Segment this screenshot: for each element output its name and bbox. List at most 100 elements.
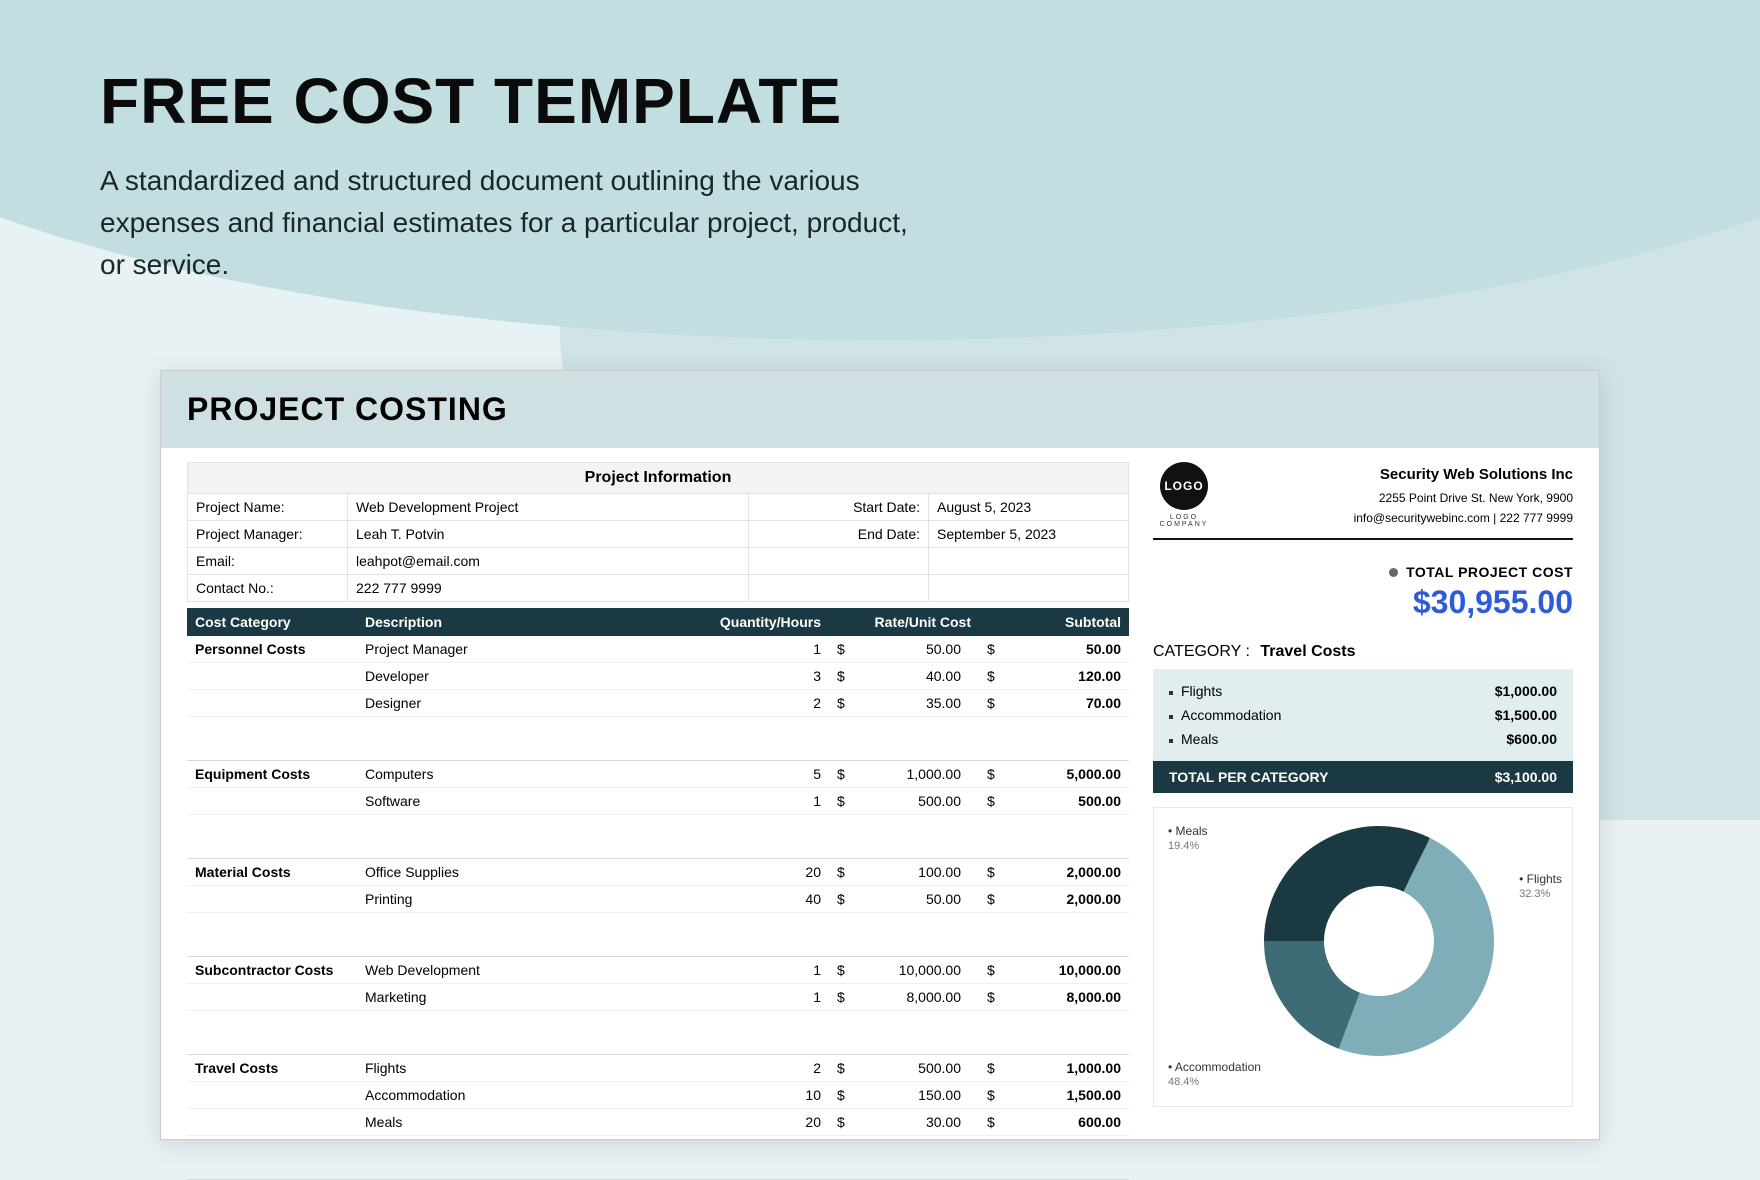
cost-table: Cost Category Description Quantity/Hours…	[187, 608, 1129, 1180]
cell-currency: $	[979, 886, 1009, 913]
cell-subtotal: 10,000.00	[1009, 957, 1129, 984]
chart-label-flights: • Flights 32.3%	[1519, 872, 1562, 900]
cell-currency: $	[829, 1082, 859, 1109]
logo-subtext: LOGO COMPANY	[1153, 514, 1215, 528]
tpc-label: TOTAL PROJECT COST	[1406, 564, 1573, 580]
table-row: Marketing1$8,000.00$8,000.00	[187, 984, 1129, 1011]
table-row: Travel CostsFlights2$500.00$1,000.00	[187, 1055, 1129, 1082]
cell-currency: $	[829, 788, 859, 815]
cell-subtotal: 2,000.00	[1009, 859, 1129, 886]
cell-currency: $	[979, 690, 1009, 717]
table-row: Accommodation10$150.00$1,500.00	[187, 1082, 1129, 1109]
cell-currency: $	[979, 788, 1009, 815]
sheet-title-bar: PROJECT COSTING	[161, 371, 1599, 448]
cell-currency: $	[829, 761, 859, 788]
cell-currency: $	[829, 663, 859, 690]
cell-category	[187, 690, 357, 717]
cell-subtotal: 1,000.00	[1009, 1055, 1129, 1082]
table-row: Equipment CostsComputers5$1,000.00$5,000…	[187, 761, 1129, 788]
project-info-title: Project Information	[187, 462, 1129, 493]
page-title: FREE COST TEMPLATE	[100, 64, 920, 138]
pi-label: Email:	[188, 548, 348, 575]
page-subtitle: A standardized and structured document o…	[100, 160, 920, 286]
cell-qty: 5	[709, 761, 829, 788]
total-project-cost: TOTAL PROJECT COST $30,955.00	[1153, 564, 1573, 621]
logo-icon: LOGO	[1160, 462, 1208, 510]
cost-panel: Project Information Project Name:Web Dev…	[187, 462, 1129, 1180]
th-category: Cost Category	[187, 608, 357, 636]
pi-label2	[749, 575, 929, 602]
table-row: Printing40$50.00$2,000.00	[187, 886, 1129, 913]
cell-subtotal: 2,000.00	[1009, 886, 1129, 913]
cell-qty: 40	[709, 886, 829, 913]
cell-subtotal: 70.00	[1009, 690, 1129, 717]
cell-category: Travel Costs	[187, 1055, 357, 1082]
cell-currency: $	[829, 859, 859, 886]
cell-desc: Developer	[357, 663, 709, 690]
group-spacer	[187, 1136, 1129, 1180]
cell-desc: Flights	[357, 1055, 709, 1082]
project-info-table: Project Name:Web Development ProjectStar…	[187, 493, 1129, 602]
pi-label2: Start Date:	[749, 494, 929, 521]
sheet-title: PROJECT COSTING	[187, 391, 1573, 428]
cell-currency: $	[979, 1055, 1009, 1082]
cell-rate: 50.00	[859, 636, 979, 663]
cell-subtotal: 500.00	[1009, 788, 1129, 815]
cell-currency: $	[829, 957, 859, 984]
cell-currency: $	[829, 984, 859, 1011]
chart-label-accom: • Accommodation 48.4%	[1168, 1060, 1261, 1088]
breakdown-row: Meals$600.00	[1169, 727, 1557, 751]
table-row: Developer3$40.00$120.00	[187, 663, 1129, 690]
cell-subtotal: 120.00	[1009, 663, 1129, 690]
donut-chart: • Meals 19.4% • Flights 32.3% • Accommod…	[1153, 807, 1573, 1107]
th-rate: Rate/Unit Cost	[829, 608, 979, 636]
company-contact: info@securitywebinc.com | 222 777 9999	[1229, 508, 1573, 528]
cell-category: Equipment Costs	[187, 761, 357, 788]
cell-category	[187, 663, 357, 690]
breakdown-row: Accommodation$1,500.00	[1169, 703, 1557, 727]
cell-qty: 1	[709, 984, 829, 1011]
chart-label-meals: • Meals 19.4%	[1168, 824, 1208, 852]
cell-currency: $	[829, 886, 859, 913]
focus-label: CATEGORY :	[1153, 643, 1250, 660]
cell-rate: 50.00	[859, 886, 979, 913]
cell-desc: Marketing	[357, 984, 709, 1011]
cell-category	[187, 886, 357, 913]
cell-qty: 2	[709, 1055, 829, 1082]
table-row: Software1$500.00$500.00	[187, 788, 1129, 815]
donut-hole	[1324, 886, 1434, 996]
cell-desc: Web Development	[357, 957, 709, 984]
cell-currency: $	[979, 859, 1009, 886]
table-row: Material CostsOffice Supplies20$100.00$2…	[187, 859, 1129, 886]
focus-name: Travel Costs	[1260, 643, 1355, 660]
company-address: 2255 Point Drive St. New York, 9900	[1229, 488, 1573, 508]
tpc-value: $30,955.00	[1153, 584, 1573, 621]
group-spacer	[187, 717, 1129, 761]
table-row: Designer2$35.00$70.00	[187, 690, 1129, 717]
category-breakdown: Flights$1,000.00Accommodation$1,500.00Me…	[1153, 669, 1573, 761]
cell-rate: 30.00	[859, 1109, 979, 1136]
pi-value: 222 777 9999	[348, 575, 749, 602]
cell-currency: $	[829, 690, 859, 717]
cell-subtotal: 600.00	[1009, 1109, 1129, 1136]
pi-label2	[749, 548, 929, 575]
cell-rate: 40.00	[859, 663, 979, 690]
cell-currency: $	[979, 984, 1009, 1011]
cell-rate: 8,000.00	[859, 984, 979, 1011]
cell-qty: 20	[709, 1109, 829, 1136]
tpcat-value: $3,100.00	[1495, 769, 1557, 785]
cell-desc: Designer	[357, 690, 709, 717]
cell-category	[187, 984, 357, 1011]
cell-rate: 10,000.00	[859, 957, 979, 984]
cell-desc: Accommodation	[357, 1082, 709, 1109]
table-row: Meals20$30.00$600.00	[187, 1109, 1129, 1136]
cell-rate: 500.00	[859, 788, 979, 815]
cell-subtotal: 5,000.00	[1009, 761, 1129, 788]
cell-currency: $	[829, 636, 859, 663]
th-qty: Quantity/Hours	[709, 608, 829, 636]
cell-desc: Meals	[357, 1109, 709, 1136]
cell-subtotal: 1,500.00	[1009, 1082, 1129, 1109]
table-row: Subcontractor CostsWeb Development1$10,0…	[187, 957, 1129, 984]
hero: FREE COST TEMPLATE A standardized and st…	[100, 64, 920, 286]
cell-desc: Office Supplies	[357, 859, 709, 886]
